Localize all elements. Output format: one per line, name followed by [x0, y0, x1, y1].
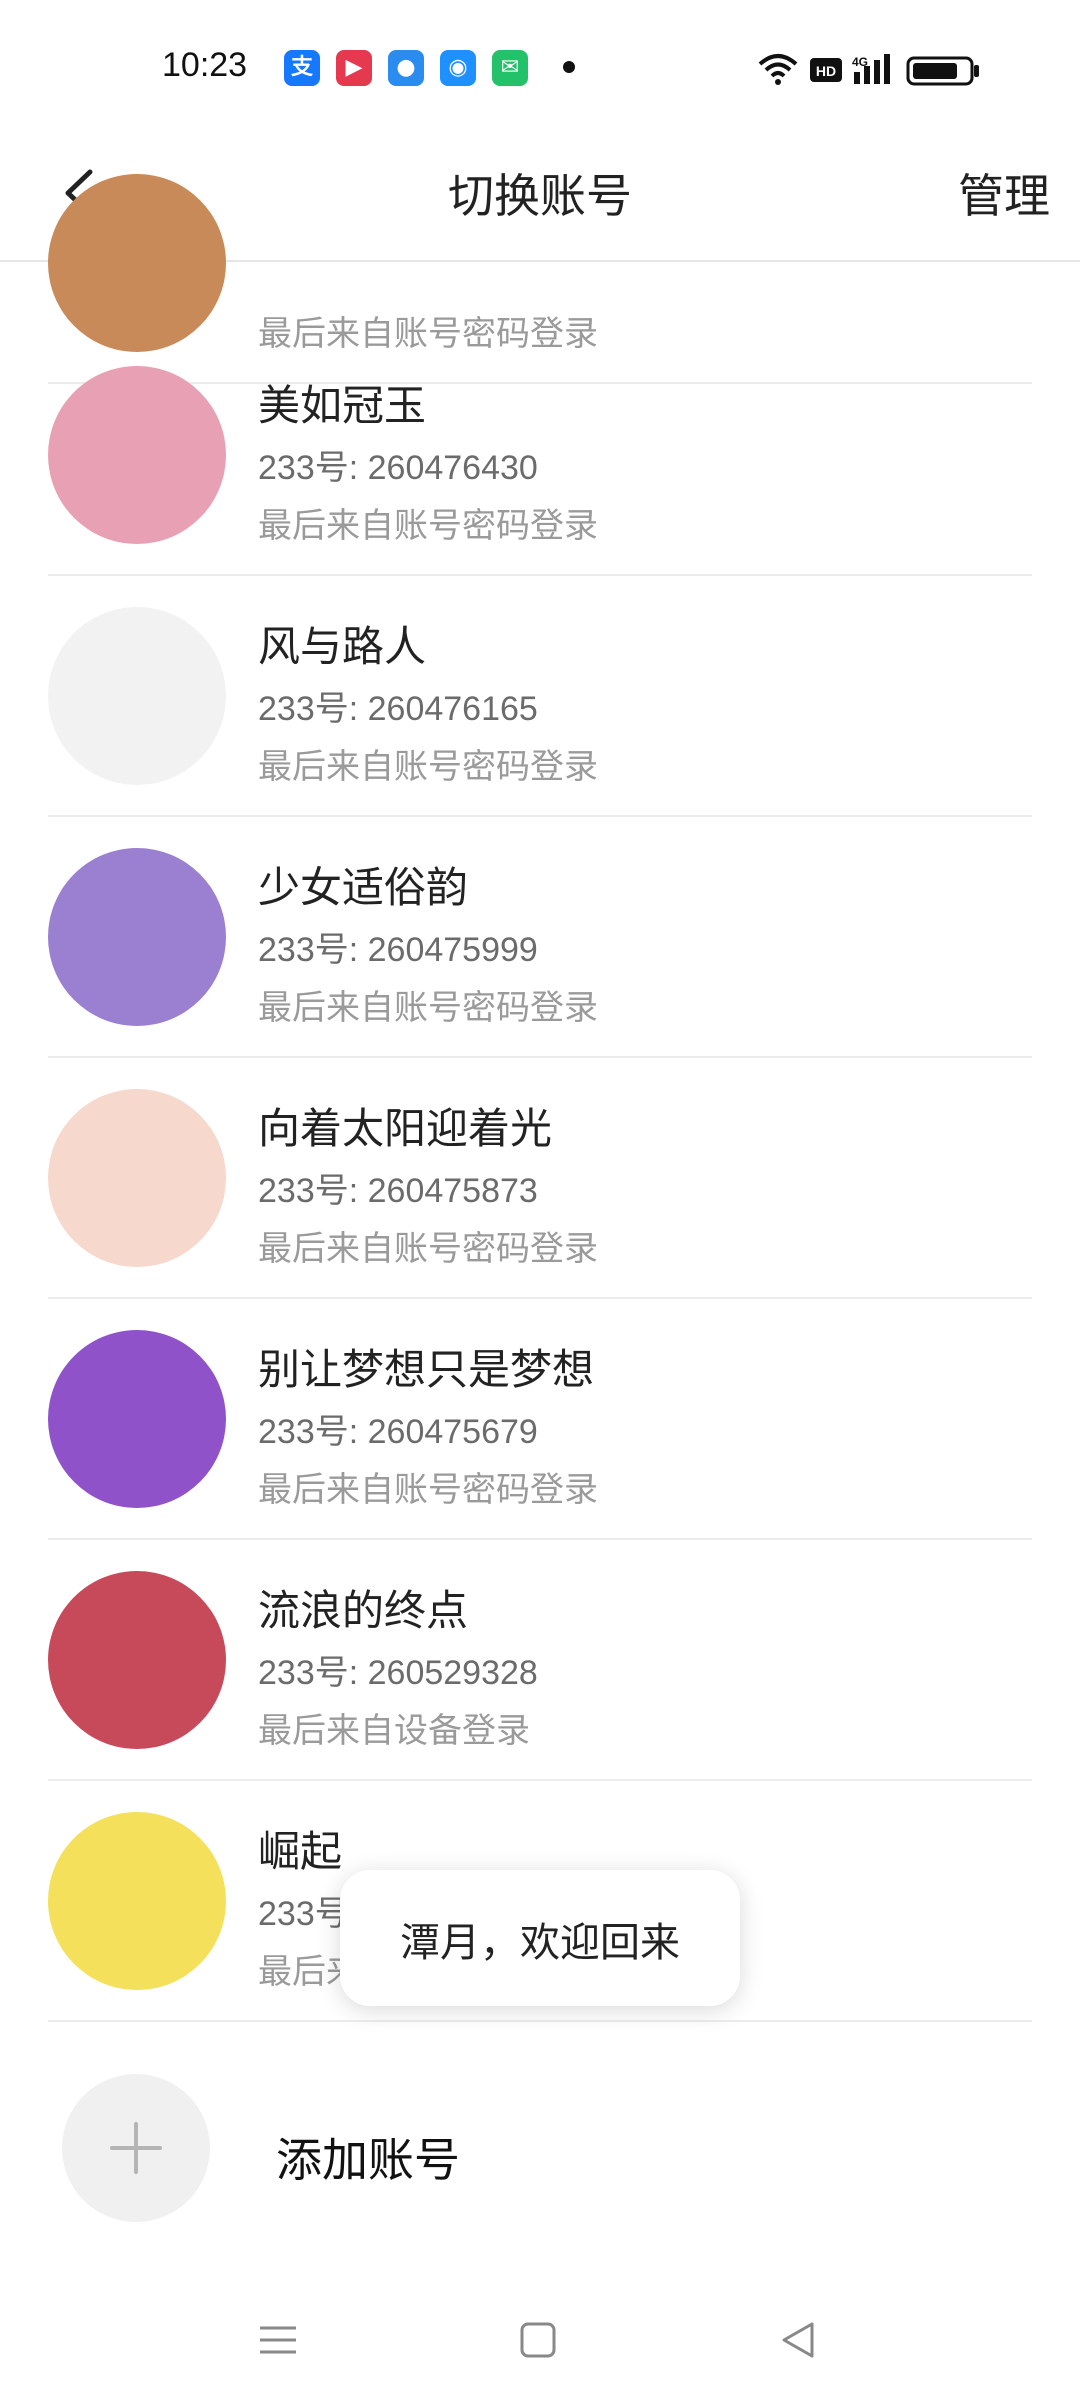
account-name: 美如冠玉 — [258, 381, 427, 430]
add-account-label: 添加账号 — [276, 2133, 460, 2187]
last-login-method: 最后来自账号密码登录 — [258, 1229, 598, 1269]
recent-apps-button[interactable] — [248, 2310, 308, 2370]
welcome-toast: 潭月，欢迎回来 — [340, 1870, 740, 2006]
last-login-method: 最后来自账号密码登录 — [258, 747, 598, 787]
switch-account-screen: 10:23 支 ▶ ● ◉ ✉ HD 4G 切换账号 管理 最后来自账号密码登录… — [0, 0, 1080, 2400]
account-name: 流浪的终点 — [258, 1586, 469, 1635]
avatar — [48, 366, 226, 544]
alipay-icon: 支 — [284, 50, 320, 86]
toast-text: 潭月，欢迎回来 — [400, 1920, 680, 1966]
triangle-back-icon — [782, 2322, 814, 2358]
account-id: 233号: 260475999 — [258, 931, 538, 969]
more-notifications-dot — [563, 61, 575, 73]
account-id: 233号: 260476165 — [258, 690, 538, 728]
back-nav-button[interactable] — [768, 2310, 828, 2370]
account-id: 233号: 260475679 — [258, 1413, 538, 1451]
account-name: 别让梦想只是梦想 — [258, 1345, 595, 1394]
account-id: 233号: 260475873 — [258, 1172, 538, 1210]
hd-icon: HD — [810, 58, 842, 82]
account-id: 233号: 260476430 — [258, 449, 538, 487]
plus-icon — [110, 2122, 162, 2174]
account-name: 风与路人 — [258, 622, 427, 671]
account-row[interactable]: 流浪的终点 233号: 260529328 最后来自设备登录 — [48, 1539, 1032, 1781]
avatar — [48, 1089, 226, 1267]
avatar — [48, 1812, 226, 1990]
svg-text:HD: HD — [816, 63, 836, 79]
account-row[interactable]: 风与路人 233号: 260476165 最后来自账号密码登录 — [48, 575, 1032, 817]
last-login-method: 最后来自账号密码登录 — [258, 506, 598, 546]
last-login-method: 最后来自设备登录 — [258, 1711, 530, 1751]
chat-app-icon: ✉ — [492, 50, 528, 86]
status-bar: 10:23 支 ▶ ● ◉ ✉ HD 4G — [0, 0, 1080, 130]
square-icon — [520, 2322, 556, 2358]
last-login-method: 最后来自账号密码登录 — [258, 988, 598, 1028]
battery-icon — [906, 56, 979, 86]
account-name: 少女适俗韵 — [258, 863, 469, 912]
cell-signal-icon: 4G — [852, 54, 890, 84]
account-row[interactable]: 向着太阳迎着光 233号: 260475873 最后来自账号密码登录 — [48, 1057, 1032, 1299]
system-nav-bar — [0, 2280, 1080, 2400]
avatar — [48, 1571, 226, 1749]
add-account-button[interactable]: 添加账号 — [48, 2030, 1032, 2230]
avatar — [48, 174, 226, 352]
account-row[interactable]: 美如冠玉 233号: 260476430 最后来自账号密码登录 — [48, 334, 1032, 576]
dot-app-icon: ● — [388, 50, 424, 86]
account-id: 233号: 260529328 — [258, 1654, 538, 1692]
account-name: 向着太阳迎着光 — [258, 1104, 553, 1153]
avatar — [48, 607, 226, 785]
avatar — [48, 1330, 226, 1508]
status-indicators: HD 4G — [758, 54, 979, 86]
account-id: 233号 — [258, 1895, 349, 1933]
video-app-icon: ▶ — [336, 50, 372, 86]
account-row[interactable]: 别让梦想只是梦想 233号: 260475679 最后来自账号密码登录 — [48, 1298, 1032, 1540]
home-button[interactable] — [508, 2310, 568, 2370]
wifi-icon — [758, 54, 798, 85]
avatar — [48, 848, 226, 1026]
account-row[interactable]: 少女适俗韵 233号: 260475999 最后来自账号密码登录 — [48, 816, 1032, 1058]
browser-app-icon: ◉ — [440, 50, 476, 86]
add-account-circle — [62, 2074, 210, 2222]
last-login-method: 最后来自账号密码登录 — [258, 1470, 598, 1510]
menu-icon — [260, 2326, 296, 2354]
status-time: 10:23 — [162, 46, 248, 84]
account-name: 崛起 — [258, 1827, 343, 1876]
